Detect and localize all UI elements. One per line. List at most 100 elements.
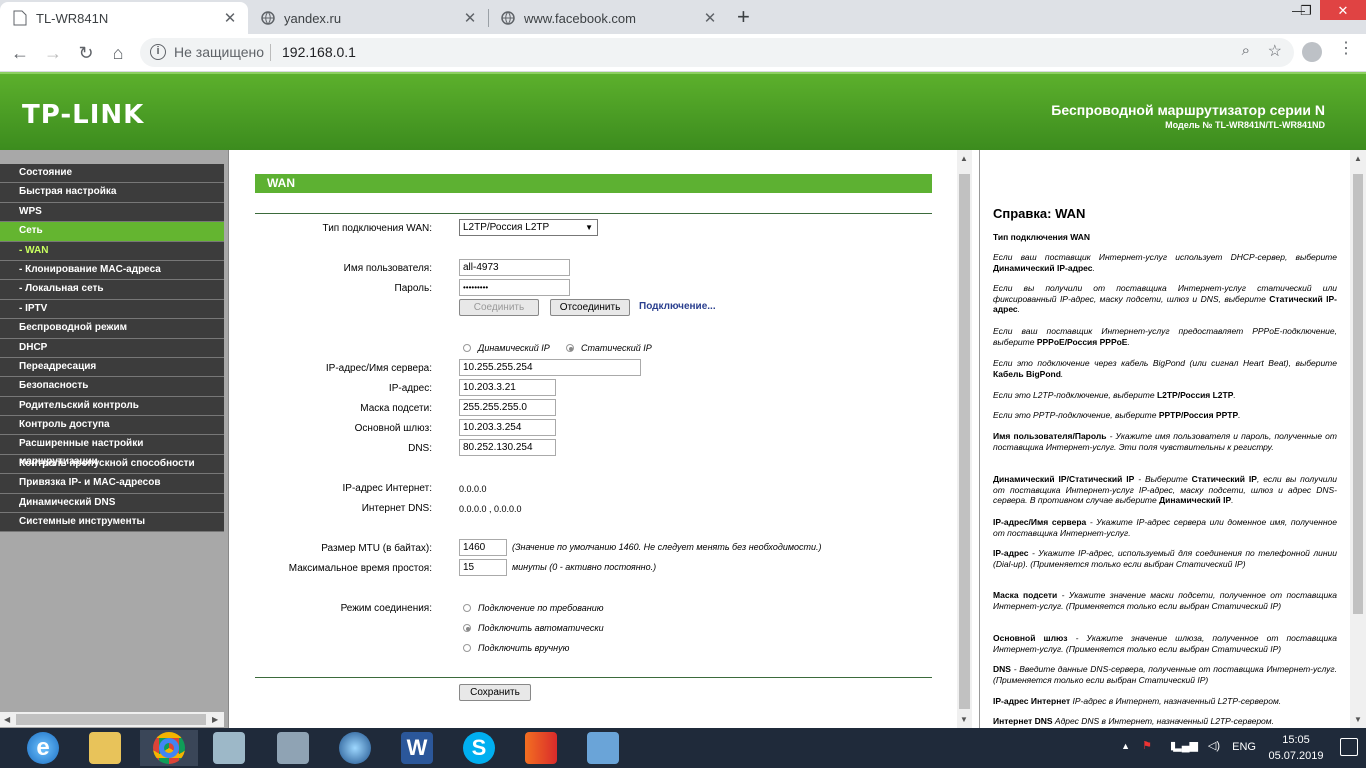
- sidebar-item-network[interactable]: Сеть: [0, 222, 224, 242]
- sidebar-item-parental-control[interactable]: Родительский контроль: [0, 396, 224, 417]
- sidebar-item-access-control[interactable]: Контроль доступа: [0, 416, 224, 436]
- word-icon[interactable]: W: [388, 730, 446, 766]
- restore-icon[interactable]: ❐: [1292, 0, 1320, 24]
- scroll-up-icon[interactable]: ▲: [960, 154, 968, 163]
- scrollbar-thumb[interactable]: [1353, 174, 1363, 614]
- sidebar-item-lan[interactable]: - Локальная сеть: [0, 280, 224, 300]
- sidebar-item-security[interactable]: Безопасность: [0, 377, 224, 397]
- wan-settings-panel: WAN Тип подключения WAN: L2TP/Россия L2T…: [230, 150, 957, 728]
- username-input[interactable]: all-4973: [459, 259, 570, 276]
- internet-dns-label: Интернет DNS:: [361, 503, 432, 514]
- tab-facebook[interactable]: www.facebook.com ✕: [488, 2, 728, 34]
- language-indicator[interactable]: ENG: [1232, 741, 1256, 753]
- tab-title: TL-WR841N: [36, 10, 109, 26]
- network-monitor-icon[interactable]: [264, 730, 322, 766]
- divider: [255, 213, 932, 214]
- star-icon[interactable]: ☆: [1268, 41, 1282, 61]
- dns-input[interactable]: 80.252.130.254: [459, 439, 556, 456]
- clock-time[interactable]: 15:05: [1266, 734, 1326, 746]
- static-ip-radio[interactable]: [566, 344, 574, 352]
- help-vertical-scrollbar[interactable]: ▲ ▼: [1350, 150, 1366, 728]
- show-hidden-icons-icon[interactable]: ▲: [1121, 741, 1130, 751]
- tab-tl-wr841n[interactable]: TL-WR841N ✕: [0, 2, 248, 34]
- sidebar-item-ip-mac-binding[interactable]: Привязка IP- и MAC-адресов: [0, 474, 224, 494]
- sidebar-item-iptv[interactable]: - IPTV: [0, 299, 224, 320]
- notifications-icon[interactable]: [1340, 738, 1358, 756]
- mask-input[interactable]: 255.255.255.0: [459, 399, 556, 416]
- flag-icon[interactable]: ⚑: [1142, 739, 1152, 752]
- page-icon: [12, 10, 28, 26]
- sidebar-item-quick-setup[interactable]: Быстрая настройка: [0, 183, 224, 203]
- chrome-icon[interactable]: [140, 730, 198, 766]
- wan-type-select[interactable]: L2TP/Россия L2TP ▼: [459, 219, 598, 236]
- ie-icon[interactable]: e: [14, 730, 72, 766]
- sidebar-item-ddns[interactable]: Динамический DNS: [0, 493, 224, 514]
- scroll-left-icon[interactable]: ◀: [4, 715, 10, 724]
- forward-icon[interactable]: →: [41, 41, 65, 65]
- save-button[interactable]: Сохранить: [459, 684, 531, 701]
- ip-input[interactable]: 10.203.3.21: [459, 379, 556, 396]
- scroll-up-icon[interactable]: ▲: [1354, 154, 1362, 163]
- sidebar-item-bandwidth-control[interactable]: Контроль пропускной способности: [0, 454, 224, 475]
- profile-avatar-icon[interactable]: [1302, 42, 1322, 62]
- dynamic-ip-radio[interactable]: [463, 344, 471, 352]
- mode-manual-radio[interactable]: [463, 644, 471, 652]
- signal-icon[interactable]: ▂▄▆: [1173, 739, 1198, 752]
- sidebar-item-system-tools[interactable]: Системные инструменты: [0, 513, 224, 533]
- idle-time-input[interactable]: 15: [459, 559, 507, 576]
- sidebar-item-wan[interactable]: - WAN: [0, 241, 224, 261]
- mtu-input[interactable]: 1460: [459, 539, 507, 556]
- sidebar-item-forwarding[interactable]: Переадресация: [0, 357, 224, 378]
- reload-icon[interactable]: ↻: [74, 41, 98, 65]
- gateway-input[interactable]: 10.203.3.254: [459, 419, 556, 436]
- idle-time-label: Максимальное время простоя:: [288, 563, 432, 574]
- close-tab-icon[interactable]: ✕: [702, 9, 718, 27]
- explorer-icon[interactable]: [76, 730, 134, 766]
- volume-icon[interactable]: ◁): [1208, 739, 1220, 752]
- sidebar-item-mac-clone[interactable]: - Клонирование MAC-адреса: [0, 260, 224, 281]
- close-tab-icon[interactable]: ✕: [222, 9, 238, 27]
- address-bar[interactable]: i Не защищено 192.168.0.1 ⌕ ☆: [140, 38, 1294, 67]
- main-vertical-scrollbar[interactable]: ▲ ▼: [957, 150, 972, 728]
- username-label: Имя пользователя:: [343, 263, 432, 274]
- back-icon[interactable]: ←: [8, 41, 32, 65]
- clock-date[interactable]: 05.07.2019: [1266, 750, 1326, 762]
- control-panel-icon[interactable]: [574, 730, 632, 766]
- sidebar-item-wps[interactable]: WPS: [0, 202, 224, 223]
- help-panel: Справка: WAN Тип подключения WAN Если ва…: [979, 150, 1350, 728]
- password-input[interactable]: •••••••••: [459, 279, 570, 296]
- scroll-right-icon[interactable]: ▶: [212, 715, 218, 724]
- security-app-icon[interactable]: [326, 730, 384, 766]
- server-input[interactable]: 10.255.255.254: [459, 359, 641, 376]
- media-app-icon[interactable]: [512, 730, 570, 766]
- connect-button[interactable]: Соединить: [459, 299, 539, 316]
- product-title: Беспроводной маршрутизатор серии N: [1051, 102, 1325, 118]
- sidebar-horizontal-scrollbar[interactable]: ◀ ▶: [0, 712, 224, 727]
- scroll-down-icon[interactable]: ▼: [1354, 715, 1362, 724]
- help-paragraph: Имя пользователя/Пароль - Укажите имя по…: [993, 431, 1337, 452]
- mode-auto-radio[interactable]: [463, 624, 471, 632]
- sidebar-item-wireless[interactable]: Беспроводной режим: [0, 319, 224, 339]
- skype-icon[interactable]: S: [450, 730, 508, 766]
- menu-icon[interactable]: ⋮: [1338, 38, 1354, 58]
- sidebar-item-status[interactable]: Состояние: [0, 164, 224, 184]
- new-tab-icon[interactable]: +: [737, 4, 750, 30]
- disconnect-button[interactable]: Отсоединить: [550, 299, 630, 316]
- password-label: Пароль:: [394, 283, 432, 294]
- mode-on-demand-radio[interactable]: [463, 604, 471, 612]
- sidebar-item-advanced-routing[interactable]: Расширенные настройки маршрутизации: [0, 435, 224, 467]
- zoom-icon[interactable]: ⌕: [1242, 42, 1250, 59]
- scrollbar-thumb[interactable]: [959, 174, 970, 709]
- scrollbar-thumb[interactable]: [16, 714, 206, 725]
- scroll-down-icon[interactable]: ▼: [960, 715, 968, 724]
- close-tab-icon[interactable]: ✕: [462, 9, 478, 27]
- url-text[interactable]: 192.168.0.1: [282, 44, 356, 60]
- product-model: Модель № TL-WR841N/TL-WR841ND: [1165, 120, 1325, 130]
- internet-ip-value: 0.0.0.0: [459, 484, 487, 494]
- sidebar-item-dhcp[interactable]: DHCP: [0, 338, 224, 358]
- home-icon[interactable]: ⌂: [106, 41, 130, 65]
- notes-icon[interactable]: [200, 730, 258, 766]
- tab-yandex[interactable]: yandex.ru ✕: [248, 2, 488, 34]
- close-window-icon[interactable]: ✕: [1320, 0, 1366, 20]
- info-icon[interactable]: i: [150, 44, 166, 60]
